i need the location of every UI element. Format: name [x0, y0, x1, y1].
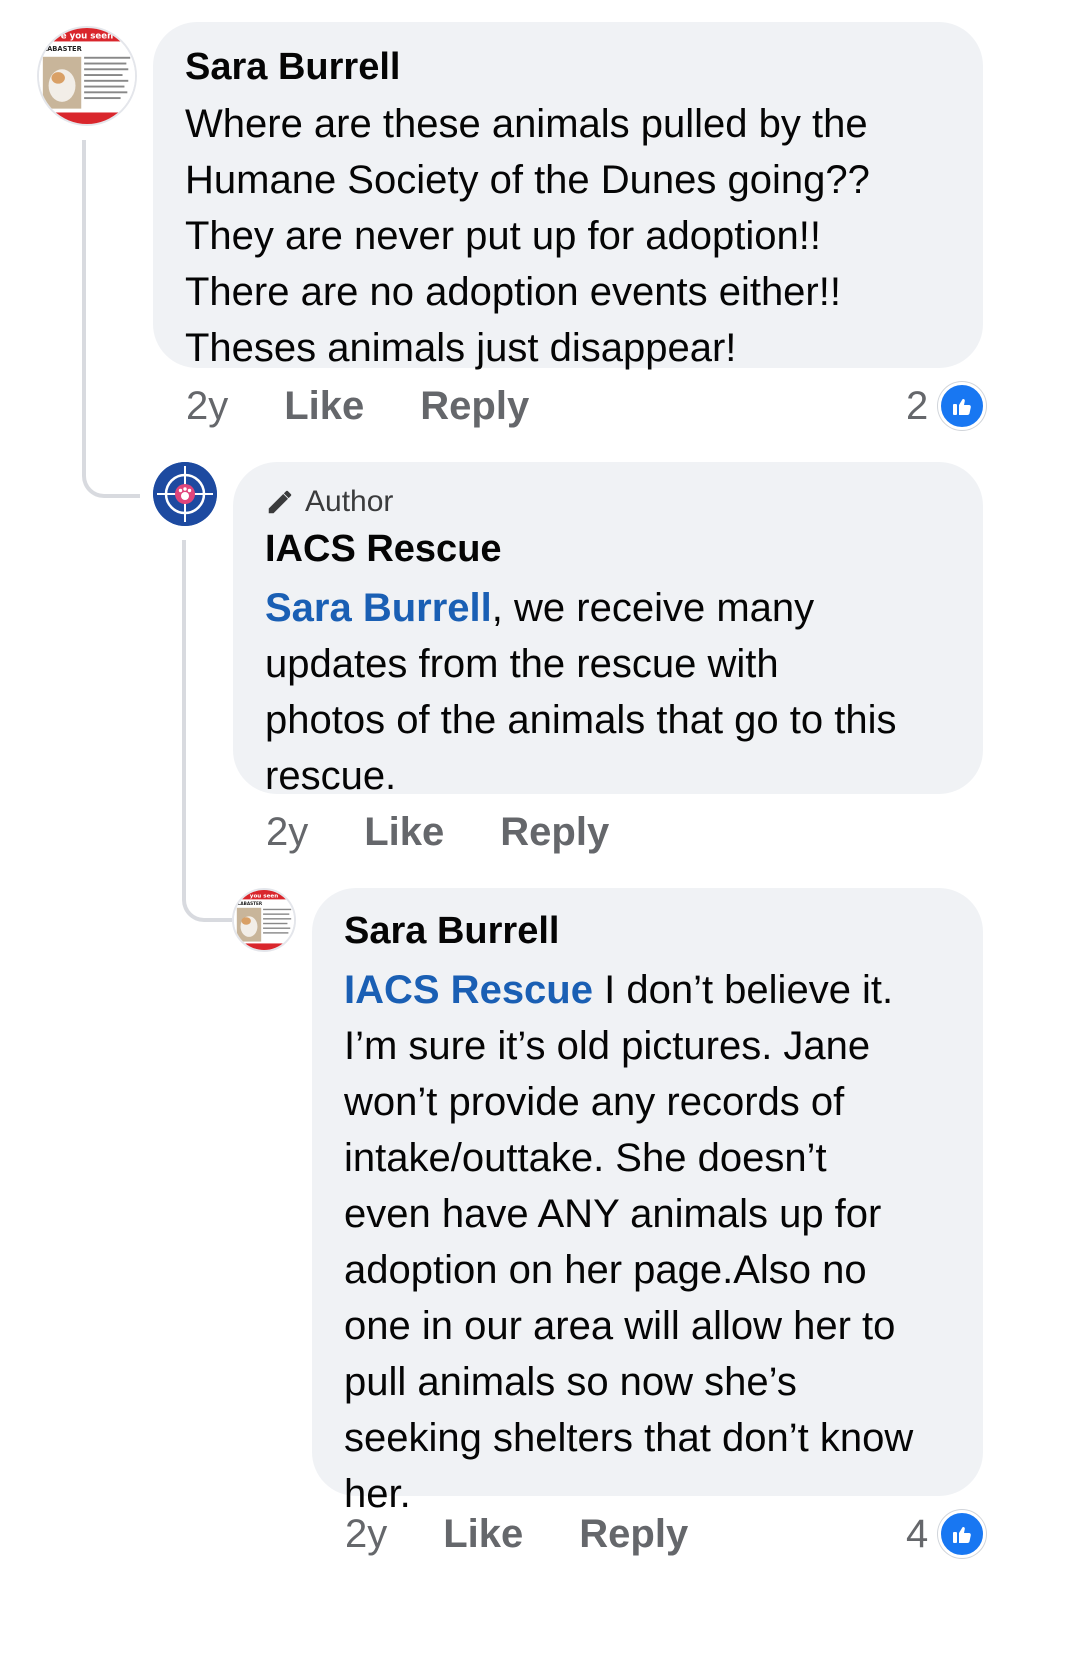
comment-timestamp[interactable]: 2y: [345, 1512, 387, 1557]
comment-author-name[interactable]: Sara Burrell: [344, 908, 983, 954]
comment-bubble: Sara Burrell IACS Rescue I don’t believe…: [312, 888, 983, 1516]
comment-text-line: even have ANY animals up for: [344, 1192, 882, 1236]
comment-author-name[interactable]: IACS Rescue: [265, 526, 983, 572]
comment-text-line: won’t provide any records of: [344, 1080, 845, 1124]
comment-text: IACS Rescue I don’t believe it. I’m sure…: [344, 962, 983, 1522]
comment-actions: 2y Like Reply: [186, 384, 585, 429]
comment-bubble: Sara Burrell Where are these animals pul…: [153, 22, 983, 370]
comment-actions: 2y Like Reply: [266, 810, 665, 855]
comment-text-line: one in our area will allow her to: [344, 1304, 896, 1348]
reaction-count: 2: [906, 383, 929, 428]
thumbs-up-icon: [938, 1510, 987, 1558]
comment-timestamp[interactable]: 2y: [186, 384, 228, 429]
avatar-rescue-logo-image: [153, 462, 217, 526]
author-badge: Author: [265, 482, 983, 522]
comment-text-line: They are never put up for adoption!!: [185, 214, 821, 258]
avatar[interactable]: you seen LABASTER: [232, 888, 296, 952]
comment-text-line: rescue.: [265, 754, 397, 798]
reaction-summary[interactable]: 2: [906, 382, 987, 430]
avatar[interactable]: e you seen LABASTER: [37, 26, 137, 126]
avatar-lost-pet-flyer-image: e you seen LABASTER: [39, 28, 135, 124]
reply-button[interactable]: Reply: [420, 384, 529, 429]
comment-actions: 2y Like Reply: [345, 1512, 744, 1557]
mention-link[interactable]: IACS Rescue: [344, 968, 593, 1012]
like-button[interactable]: Like: [284, 384, 364, 429]
reply-button[interactable]: Reply: [579, 1512, 688, 1557]
comment-text-line: updates from the rescue with: [265, 642, 779, 686]
comment-author-name[interactable]: Sara Burrell: [185, 44, 983, 90]
comment-text: Sara Burrell, we receive many updates fr…: [265, 580, 983, 804]
comment-bubble: Author IACS Rescue Sara Burrell, we rece…: [233, 462, 983, 798]
pencil-icon: [268, 490, 292, 514]
comment-text-line: Where are these animals pulled by the: [185, 102, 868, 146]
comment-text-line: Humane Society of the Dunes going??: [185, 158, 870, 202]
mention-link[interactable]: Sara Burrell: [265, 586, 492, 630]
comment-text-line: There are no adoption events either!!: [185, 270, 841, 314]
comment-timestamp[interactable]: 2y: [266, 810, 308, 855]
avatar-title-text: LABASTER: [238, 901, 263, 906]
thread-connector: [182, 540, 232, 922]
avatar-lost-pet-flyer-image: you seen LABASTER: [234, 890, 294, 950]
like-button[interactable]: Like: [364, 810, 444, 855]
comment-text-line: I don’t believe it.: [592, 968, 894, 1012]
reaction-count: 4: [906, 1511, 929, 1556]
avatar-banner-text: e you seen: [61, 32, 114, 42]
thumbs-up-icon: [938, 382, 987, 430]
comment-text-line: , we receive many: [491, 586, 815, 630]
avatar[interactable]: [153, 462, 217, 526]
comment-text-line: intake/outtake. She doesn’t: [344, 1136, 827, 1180]
author-badge-label: Author: [305, 485, 394, 518]
comment-text-line: photos of the animals that go to this: [265, 698, 897, 742]
thread-connector: [82, 140, 140, 498]
avatar-title-text: LABASTER: [43, 45, 83, 53]
comment-text-line: Theses animals just disappear!: [185, 326, 737, 370]
comment-text-line: seeking shelters that don’t know: [344, 1416, 914, 1460]
reaction-summary[interactable]: 4: [906, 1510, 987, 1558]
comment-text-line: I’m sure it’s old pictures. Jane: [344, 1024, 871, 1068]
like-button[interactable]: Like: [443, 1512, 523, 1557]
reply-button[interactable]: Reply: [500, 810, 609, 855]
avatar-banner-text: you seen: [250, 894, 278, 900]
comment-text-line: pull animals so now she’s: [344, 1360, 797, 1404]
comment-text: Where are these animals pulled by the Hu…: [185, 96, 983, 376]
comment-text-line: adoption on her page.Also no: [344, 1248, 867, 1292]
